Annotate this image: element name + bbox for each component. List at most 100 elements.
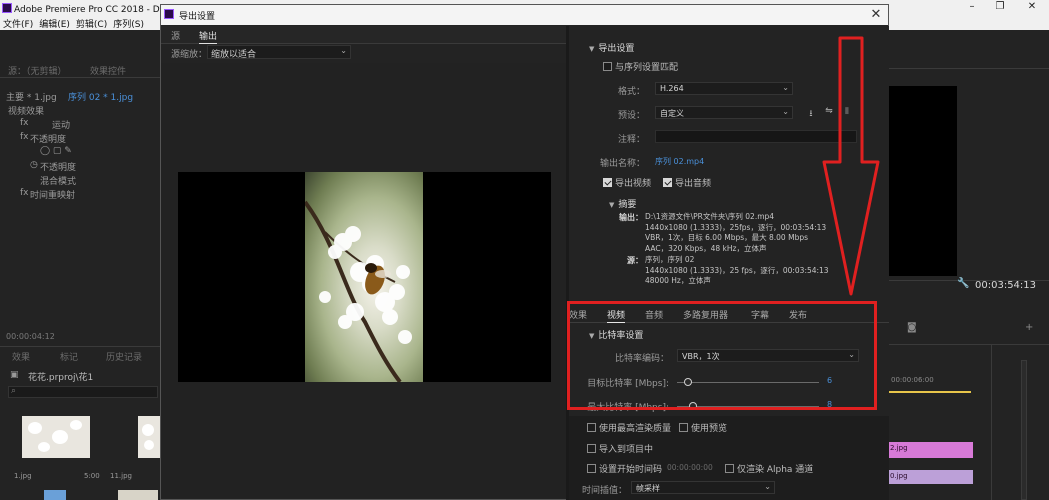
fx-motion-icon: fx bbox=[20, 118, 29, 128]
blend-mode-label: 混合模式 bbox=[40, 177, 77, 187]
time-interpolation-label: 时间插值： bbox=[581, 486, 627, 496]
program-monitor bbox=[889, 86, 957, 276]
clip2-name: 0.jpg bbox=[890, 472, 908, 480]
tab-source-preview[interactable]: 源 bbox=[171, 29, 180, 42]
flower-bee-image bbox=[305, 200, 412, 382]
camera-icon[interactable]: ◙ bbox=[907, 322, 917, 333]
tab-effect-controls[interactable]: 效果控件 bbox=[90, 64, 126, 77]
source-scaling-select[interactable]: 缩放以适合 ⌄ bbox=[207, 45, 351, 60]
checkbox-box[interactable] bbox=[587, 464, 596, 473]
project-search-input[interactable]: ⌕ bbox=[8, 386, 158, 398]
menu-sequence[interactable]: 序列(S) bbox=[110, 16, 147, 31]
checkbox-box[interactable] bbox=[679, 423, 688, 432]
stopwatch-icon[interactable]: ◷ bbox=[30, 160, 38, 170]
dialog-titlebar: 导出设置 ✕ bbox=[161, 5, 888, 25]
chevron-down-icon: ⌄ bbox=[340, 46, 347, 55]
dialog-close-icon[interactable]: ✕ bbox=[868, 7, 884, 23]
divider bbox=[0, 346, 160, 347]
timeline-ruler-time: 00:00:06:00 bbox=[891, 376, 934, 384]
summary-output-lines: D:\1资源文件\PR文件夹\序列 02.mp4 1440x1080 (1.33… bbox=[645, 212, 827, 253]
preview-tabs: 源 输出 bbox=[161, 26, 566, 44]
tab-output-preview[interactable]: 输出 bbox=[199, 29, 218, 44]
start-timecode-value[interactable]: 00:00:00:00 bbox=[667, 463, 713, 472]
export-settings-dialog: 导出设置 ✕ 源 输出 源缩放： 缩放以适合 ⌄ ▼ 导出设置 与序列设置匹配 … bbox=[160, 4, 889, 500]
minimize-icon[interactable]: – bbox=[962, 1, 982, 15]
effect-motion[interactable]: 运动 bbox=[52, 118, 70, 131]
close-app-icon[interactable]: ✕ bbox=[1022, 1, 1042, 15]
thumbnail-3[interactable] bbox=[44, 490, 66, 500]
render-alpha-only-checkbox[interactable]: 仅渲染 Alpha 通道 bbox=[725, 462, 813, 475]
divider bbox=[887, 344, 1049, 345]
checkbox-box[interactable] bbox=[663, 178, 672, 187]
menu-bar-right bbox=[887, 16, 1049, 30]
tab-history[interactable]: 历史记录 bbox=[106, 350, 142, 363]
video-preview-frame bbox=[305, 172, 423, 382]
divider bbox=[0, 77, 160, 78]
chevron-down-icon: ⌄ bbox=[764, 482, 771, 491]
effect-opacity[interactable]: 不透明度 bbox=[30, 132, 66, 145]
work-area-bar bbox=[889, 391, 971, 393]
checkbox-box[interactable] bbox=[603, 178, 612, 187]
premiere-logo-icon bbox=[2, 3, 12, 13]
thumbnail-1[interactable] bbox=[22, 416, 90, 458]
project-name: 花花.prproj\花1 bbox=[28, 373, 94, 383]
menu-edit[interactable]: 编辑(E) bbox=[36, 16, 73, 31]
tab-source[interactable]: 源：（无剪辑） bbox=[8, 64, 67, 77]
search-icon: ⌕ bbox=[11, 386, 17, 396]
checkbox-box[interactable] bbox=[725, 464, 734, 473]
summary-source-label: 源： bbox=[627, 256, 643, 265]
collapse-triangle-icon[interactable]: ▼ bbox=[609, 201, 614, 209]
format-label: 格式： bbox=[617, 87, 645, 97]
folder-icon: ▣ bbox=[10, 370, 19, 380]
source-scaling-value: 缩放以适合 bbox=[211, 50, 257, 60]
wrench-icon[interactable]: 🔧 bbox=[957, 278, 969, 289]
use-preview-checkbox[interactable]: 使用预览 bbox=[679, 421, 727, 434]
menu-file[interactable]: 文件(F) bbox=[0, 16, 36, 31]
thumbnail-4[interactable] bbox=[118, 490, 158, 500]
right-panels: 🔧 00:03:54:13 ◙ + 00:00:06:00 2.jpg 0.jp… bbox=[887, 30, 1049, 500]
checkbox-box[interactable] bbox=[587, 444, 596, 453]
timeline-clip[interactable]: 2.jpg bbox=[887, 442, 973, 458]
thumb-1-duration: 5:00 bbox=[84, 472, 100, 480]
menu-bar: 文件(F)编辑(E)剪辑(C)序列(S)标记 bbox=[0, 16, 160, 45]
app-title: Adobe Premiere Pro CC 2018 - D:\1资 bbox=[14, 5, 181, 15]
time-interpolation-select[interactable]: 帧采样 ⌄ bbox=[631, 481, 775, 494]
divider bbox=[887, 68, 1049, 69]
export-audio-checkbox[interactable]: 导出音频 bbox=[663, 176, 711, 189]
comments-label: 注释： bbox=[617, 135, 645, 145]
effect-controls-timecode: 00:00:04:12 bbox=[6, 332, 55, 341]
thumbnail-2[interactable] bbox=[138, 416, 160, 458]
thumb-1-name: 1.jpg bbox=[14, 472, 32, 480]
export-video-checkbox[interactable]: 导出视频 bbox=[603, 176, 651, 189]
fx-opacity-icon: fx bbox=[20, 132, 29, 142]
max-render-quality-checkbox[interactable]: 使用最高渲染质量 bbox=[587, 421, 671, 434]
mask-shape-icons[interactable]: ◯ ▢ ✎ bbox=[40, 146, 72, 156]
set-start-timecode-checkbox[interactable]: 设置开始时间码 bbox=[587, 462, 662, 475]
collapse-triangle-icon[interactable]: ▼ bbox=[589, 45, 594, 53]
sequence-link[interactable]: 序列 02 * 1.jpg bbox=[68, 90, 133, 103]
dialog-title: 导出设置 bbox=[179, 12, 216, 22]
preset-select[interactable]: 自定义 ⌄ bbox=[655, 106, 793, 119]
maximize-icon[interactable]: ❐ bbox=[990, 1, 1010, 15]
format-select[interactable]: H.264 ⌄ bbox=[655, 82, 793, 95]
checkbox-box[interactable] bbox=[587, 423, 596, 432]
audio-meter bbox=[1021, 360, 1027, 500]
match-sequence-checkbox[interactable]: 与序列设置匹配 bbox=[603, 60, 678, 73]
video-effects-label: 视频效果 bbox=[8, 107, 45, 117]
tab-markers[interactable]: 标记 bbox=[60, 350, 78, 363]
timeline-clip-2[interactable]: 0.jpg bbox=[887, 470, 973, 484]
checkbox-box[interactable] bbox=[603, 62, 612, 71]
output-name-link[interactable]: 序列 02.mp4 bbox=[655, 156, 704, 167]
tab-effects[interactable]: 效果 bbox=[12, 350, 30, 363]
source-scaling-label: 源缩放： bbox=[171, 50, 208, 60]
fx-time-remap-icon: fx bbox=[20, 188, 29, 198]
menu-clip[interactable]: 剪辑(C) bbox=[73, 16, 110, 31]
left-panels: 源：（无剪辑） 效果控件 主要 * 1.jpg 序列 02 * 1.jpg 视频… bbox=[0, 30, 160, 500]
bottom-options: 使用最高渲染质量 使用预览 导入到项目中 设置开始时间码 00:00:00:00… bbox=[569, 416, 889, 500]
summary-output-label: 输出： bbox=[619, 213, 643, 222]
add-button-icon[interactable]: + bbox=[1025, 322, 1033, 333]
import-into-project-checkbox[interactable]: 导入到项目中 bbox=[587, 442, 653, 455]
effect-time-remap[interactable]: 时间重映射 bbox=[30, 188, 75, 201]
save-preset-icon[interactable]: ⭳ bbox=[805, 106, 817, 119]
divider bbox=[991, 344, 992, 500]
